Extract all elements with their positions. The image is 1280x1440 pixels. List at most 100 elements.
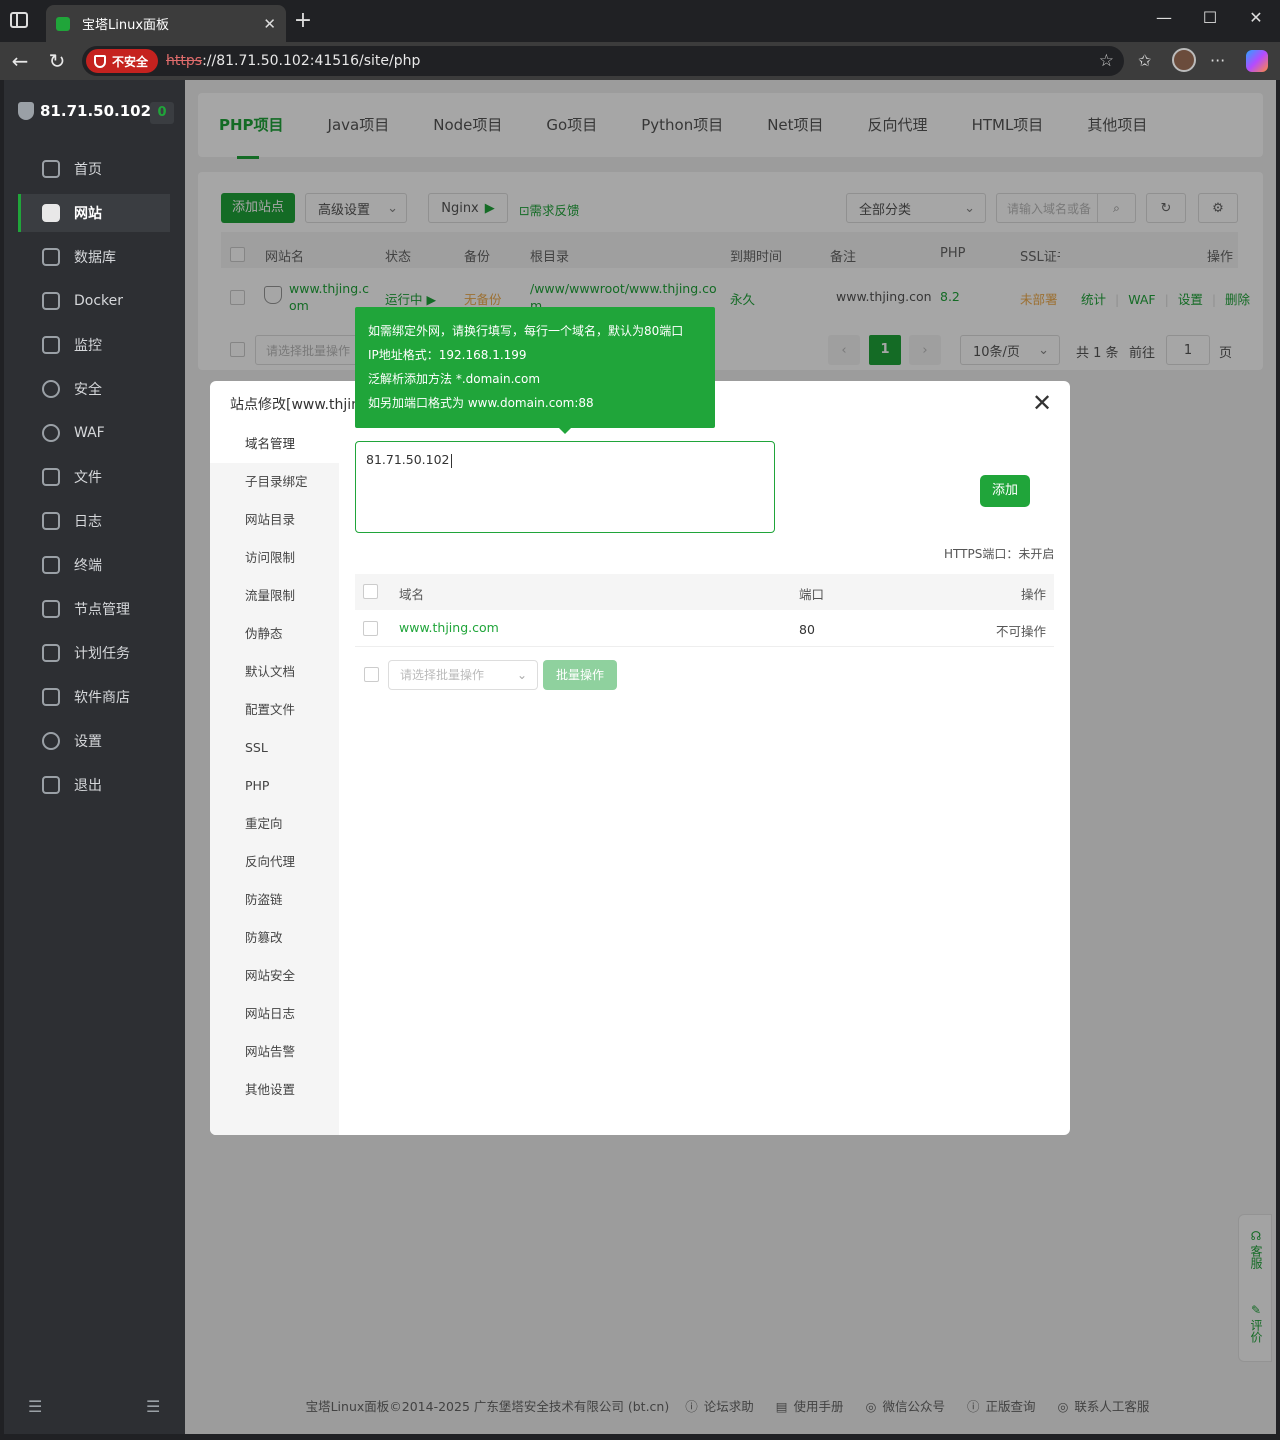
- sidebar-item-label: 终端: [74, 558, 102, 574]
- maximize-icon[interactable]: ☐: [1195, 8, 1225, 27]
- dialog-nav-item-16[interactable]: 网站告警: [210, 1033, 339, 1071]
- dialog-nav-item-8[interactable]: SSL: [210, 729, 339, 767]
- dialog-nav-item-12[interactable]: 防盗链: [210, 881, 339, 919]
- sidebar-item-terminal[interactable]: 终端: [18, 546, 170, 584]
- col-domain-ops: 操作: [1020, 587, 1046, 602]
- dialog-nav-item-15[interactable]: 网站日志: [210, 995, 339, 1033]
- add-domain-button[interactable]: 添加: [980, 475, 1030, 507]
- close-tab-icon[interactable]: ✕: [263, 15, 276, 33]
- database-icon: [42, 248, 60, 266]
- sidebar: 81.71.50.102 0 首页网站数据库 Docker 监控安全 WAF 文件日志终…: [4, 80, 185, 1434]
- sidebar-item-label: 文件: [74, 470, 102, 486]
- domain-port: 80: [799, 622, 815, 637]
- domain-batch-checkbox[interactable]: [364, 667, 379, 682]
- domain-input-value: 81.71.50.102: [366, 452, 450, 467]
- browser-tab[interactable]: 宝塔Linux面板 ✕: [46, 5, 286, 42]
- domain-help-tooltip: 如需绑定外网，请换行填写，每行一个域名，默认为80端口 IP地址格式：192.1…: [355, 307, 715, 434]
- sidebar-item-cron[interactable]: 计划任务: [18, 634, 170, 672]
- dialog-nav-item-11[interactable]: 反向代理: [210, 843, 339, 881]
- logout-icon: [42, 776, 60, 794]
- address-bar[interactable]: 不安全 https://81.71.50.102:41516/site/php …: [82, 46, 1124, 76]
- batch-operation-button[interactable]: 批量操作: [543, 660, 617, 690]
- dialog-nav-item-5[interactable]: 伪静态: [210, 615, 339, 653]
- minimize-icon[interactable]: —: [1149, 8, 1179, 27]
- favorites-icon[interactable]: ✩: [1138, 51, 1151, 70]
- domain-select-all-checkbox[interactable]: [363, 584, 378, 599]
- dialog-nav-item-6[interactable]: 默认文档: [210, 653, 339, 691]
- sidebar-item-label: 设置: [74, 734, 102, 750]
- sidebar-item-files[interactable]: 文件: [18, 458, 170, 496]
- chevron-down-icon: ⌄: [516, 668, 527, 682]
- sidebar-item-waf[interactable]: WAF: [18, 414, 170, 452]
- domain-link[interactable]: www.thjing.com: [399, 620, 499, 635]
- sidebar-item-label: WAF: [74, 425, 105, 441]
- batch-placeholder: 请选择批量操作: [400, 668, 485, 682]
- collapse-left-icon[interactable]: ☰: [28, 1397, 42, 1416]
- col-domain: 域名: [399, 587, 425, 602]
- url-text[interactable]: https://81.71.50.102:41516/site/php: [166, 53, 420, 69]
- sidebar-item-website[interactable]: 网站: [18, 194, 170, 232]
- dialog-nav: 域名管理 子目录绑定 网站目录 访问限制 流量限制 伪静态 默认文档 配置文件 SSL PHP 重定…: [210, 425, 339, 1135]
- sidebar-item-logs[interactable]: 日志: [18, 502, 170, 540]
- close-icon[interactable]: ✕: [1032, 389, 1052, 417]
- dialog-nav-item-2[interactable]: 网站目录: [210, 501, 339, 539]
- domain-table-header: 域名 端口 操作: [355, 574, 1054, 610]
- sidebar-item-monitor[interactable]: 监控: [18, 326, 170, 364]
- sidebar-item-label: 安全: [74, 382, 102, 398]
- sidebar-item-docker[interactable]: Docker: [18, 282, 170, 320]
- terminal-icon: [42, 556, 60, 574]
- browser-tab-bar: 宝塔Linux面板 ✕ + — ☐ ✕: [0, 0, 1280, 42]
- sidebar-item-label: 退出: [74, 778, 102, 794]
- profile-avatar[interactable]: [1172, 48, 1196, 72]
- sidebar-item-settings[interactable]: 设置: [18, 722, 170, 760]
- docker-icon: [42, 292, 60, 310]
- sidebar-item-label: 计划任务: [74, 646, 130, 662]
- favorite-star-icon[interactable]: ☆: [1099, 51, 1114, 71]
- settings-icon: [42, 732, 60, 750]
- address-bar-row: ← ↻ 不安全 https://81.71.50.102:41516/site/…: [0, 42, 1280, 80]
- tooltip-line: IP地址格式：192.168.1.199: [368, 348, 527, 362]
- files-icon: [42, 468, 60, 486]
- dialog-nav-item-17[interactable]: 其他设置: [210, 1071, 339, 1109]
- dialog-nav-item-13[interactable]: 防篡改: [210, 919, 339, 957]
- reload-icon[interactable]: ↻: [45, 50, 69, 72]
- home-icon: [42, 160, 60, 178]
- menu-list-icon[interactable]: ☰: [146, 1397, 160, 1416]
- server-info: 81.71.50.102: [18, 102, 151, 120]
- website-icon: [42, 204, 60, 222]
- back-icon[interactable]: ←: [8, 50, 32, 72]
- dialog-nav-item-14[interactable]: 网站安全: [210, 957, 339, 995]
- dialog-nav-item-3[interactable]: 访问限制: [210, 539, 339, 577]
- col-port: 端口: [799, 587, 825, 602]
- sidebar-item-label: 首页: [74, 162, 102, 178]
- sidebar-item-database[interactable]: 数据库: [18, 238, 170, 276]
- domain-batch-select[interactable]: 请选择批量操作 ⌄: [388, 660, 538, 690]
- tooltip-line: 如另加端口格式为 www.domain.com:88: [368, 396, 594, 410]
- tab-actions-icon[interactable]: [10, 12, 28, 28]
- bt-shield-icon: [18, 102, 34, 120]
- sidebar-item-home[interactable]: 首页: [18, 150, 170, 188]
- domain-row-checkbox[interactable]: [363, 621, 378, 636]
- close-window-icon[interactable]: ✕: [1241, 8, 1271, 27]
- dialog-nav-item-4[interactable]: 流量限制: [210, 577, 339, 615]
- message-badge[interactable]: 0: [150, 102, 174, 124]
- sidebar-item-nodes[interactable]: 节点管理: [18, 590, 170, 628]
- dialog-nav-item-10[interactable]: 重定向: [210, 805, 339, 843]
- more-menu-icon[interactable]: ···: [1210, 51, 1225, 70]
- sidebar-item-security[interactable]: 安全: [18, 370, 170, 408]
- copilot-icon[interactable]: [1246, 50, 1268, 72]
- sidebar-item-label: 网站: [74, 206, 102, 222]
- sidebar-item-logout[interactable]: 退出: [18, 766, 170, 804]
- dialog-nav-item-0[interactable]: 域名管理: [210, 425, 339, 463]
- insecure-badge[interactable]: 不安全: [86, 49, 159, 73]
- domain-ops: 不可操作: [995, 624, 1046, 639]
- domain-textarea[interactable]: 81.71.50.102: [355, 441, 775, 533]
- dialog-nav-item-7[interactable]: 配置文件: [210, 691, 339, 729]
- new-tab-icon[interactable]: +: [290, 8, 316, 34]
- url-scheme: https: [166, 53, 203, 69]
- dialog-nav-item-1[interactable]: 子目录绑定: [210, 463, 339, 501]
- https-port-note: HTTPS端口：未开启: [944, 547, 1055, 561]
- sidebar-item-app-store[interactable]: 软件商店: [18, 678, 170, 716]
- dialog-nav-item-9[interactable]: PHP: [210, 767, 339, 805]
- monitor-icon: [42, 336, 60, 354]
